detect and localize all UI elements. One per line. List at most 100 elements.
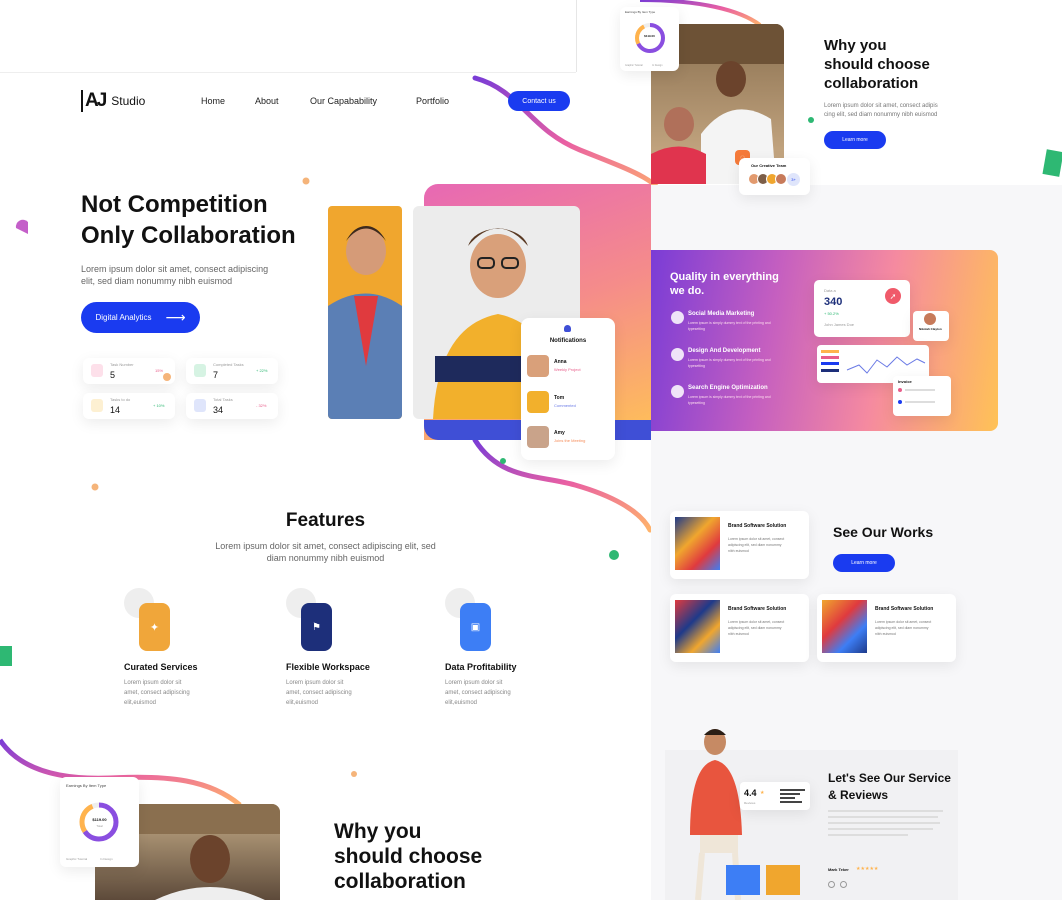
notifications-card: Notifications Anna Weekly Project Tom Co… [521,318,615,460]
legend-2: In Design [652,64,663,67]
logo[interactable]: AJ Studio [81,90,145,112]
quality-title-2: we do. [670,285,705,297]
bell-icon [564,325,571,332]
hero-title-2: Only Collaboration [81,222,296,249]
stat-change: + 22% [256,368,268,373]
data-change: + 50.2% [824,311,839,316]
hero-title-1: Not Competition [81,191,268,218]
features-desc-2: diam nonummy nibh euismod [266,553,385,563]
feature-desc: elit,euismod [124,700,157,706]
quality-item-desc: typesetting [688,401,705,405]
feature-title: Curated Services [124,662,198,672]
thumb-photo[interactable] [766,865,800,895]
logo-mark: AJ [81,90,107,112]
work-card-1[interactable]: Brand Software Solution Lorem ipsum dolo… [670,511,809,579]
nav-home[interactable]: Home [201,96,225,106]
notification-name: Anna [554,359,567,365]
notification-status: Commented [554,403,576,408]
nav-capability[interactable]: Our Capabability [310,96,377,106]
avatar [527,355,549,377]
learn-more-button-top[interactable]: Learn more [824,131,886,149]
avatar [924,313,936,325]
thumb-photo[interactable] [726,865,760,895]
feature-desc: amet, consect adipiscing [124,690,190,696]
data-card: Data a 340 + 50.2% John James Doe ➚ [814,280,910,337]
quality-item-title: Social Media Marketing [688,311,755,317]
work-desc: nibh euismod [875,632,896,636]
why-title-3: collaboration [334,870,466,893]
rating-card: 4.4 ★ Reviews [740,782,810,810]
feature-desc: elit,euismod [286,700,319,706]
learn-more-button-works[interactable]: Learn more [833,554,895,572]
work-title: Brand Software Solution [875,606,934,612]
stat-card-completed: Completed Tasks 7 + 22% [186,358,278,384]
nav-about[interactable]: About [255,96,279,106]
nav-portfolio[interactable]: Portfolio [416,96,449,106]
avatar [527,391,549,413]
work-desc: adipiscing elit, sed diam nonummy [875,626,929,630]
data-person: John James Doe [824,322,855,327]
stars-icon: ★★★★★ [856,866,879,872]
rating-sub: Reviews [744,801,756,805]
rocket-icon: ➚ [885,288,901,304]
rating-bar [780,789,805,791]
hero-desc-2: elit, sed diam nonummy nibh euismod [81,276,233,286]
work-desc: Lorem ipsum dolor sit amet, consect [728,537,785,541]
text-line [828,822,940,824]
hero-side-photo [328,206,402,419]
work-desc: nibh euismod [728,549,749,553]
divider [576,0,577,72]
reviewer-name: Mark Teker [828,867,849,872]
why-top-title-2: should choose [824,56,930,73]
why-top-desc-1: Lorem ipsum dolor sit amet, consect adip… [824,103,938,109]
stat-value: 5 [110,370,116,380]
creative-team-card: Our Creative Team 3+ [739,158,810,195]
features-title: Features [285,510,366,531]
arrow-right-icon: ⟶ [165,309,186,325]
invoice-card: Invoice [893,376,951,416]
stat-card-total: Total Tasks 34 - 32% [186,393,278,419]
digital-analytics-button[interactable]: Digital Analytics ⟶ [81,302,200,333]
team-label: Our Creative Team [751,163,787,168]
why-title-2: should choose [334,845,483,868]
stat-label: Tasks to do [110,397,131,402]
data-label: Data a [824,288,836,293]
work-desc: nibh euismod [728,632,749,636]
stat-label: Task Number [110,362,134,367]
next-icon[interactable] [840,881,847,888]
work-card-2[interactable]: Brand Software Solution Lorem ipsum dolo… [670,594,809,662]
quality-item-desc: typesetting [688,327,705,331]
notification-name: Amy [554,430,565,436]
notification-status: Joins the Meeting [554,438,586,443]
earnings-value: $119.00 [92,817,107,822]
work-title: Brand Software Solution [728,606,787,612]
quality-item-desc: typesetting [688,364,705,368]
legend-1: Graphic Tutorial [625,64,643,67]
feature-title: Flexible Workspace [286,662,370,672]
person-name: Nikolah Clayton [919,327,942,331]
line [905,401,935,403]
work-desc: Lorem ipsum dolor sit amet, consect [728,620,785,624]
earnings-card-bottom: Earnings By Item Type $119.00 Total Grap… [60,777,139,867]
contact-button[interactable]: Contact us [508,91,570,111]
invoice-label: Invoice [898,379,912,384]
feature-desc: amet, consect adipiscing [445,690,511,696]
person-photo [328,226,402,419]
work-card-3[interactable]: Brand Software Solution Lorem ipsum dolo… [817,594,956,662]
stat-value: 7 [213,370,219,380]
work-desc: adipiscing elit, sed diam nonummy [728,626,782,630]
star-icon: ★ [760,790,765,796]
check-icon [194,364,206,377]
artwork-image [675,517,720,570]
work-desc: Lorem ipsum dolor sit amet, consect [875,620,932,624]
feature-desc: Lorem ipsum dolor sit [286,680,344,686]
feature-desc: Lorem ipsum dolor sit [445,680,503,686]
rating-bar [780,797,795,799]
stat-change: 15% [155,368,164,373]
work-desc: adipiscing elit, sed diam nonummy [728,543,782,547]
feature-desc: amet, consect adipiscing [286,690,352,696]
rating-bar [780,801,802,803]
person-card: Nikolah Clayton [913,311,949,341]
prev-icon[interactable] [828,881,835,888]
legend-2: In Design [100,857,113,861]
